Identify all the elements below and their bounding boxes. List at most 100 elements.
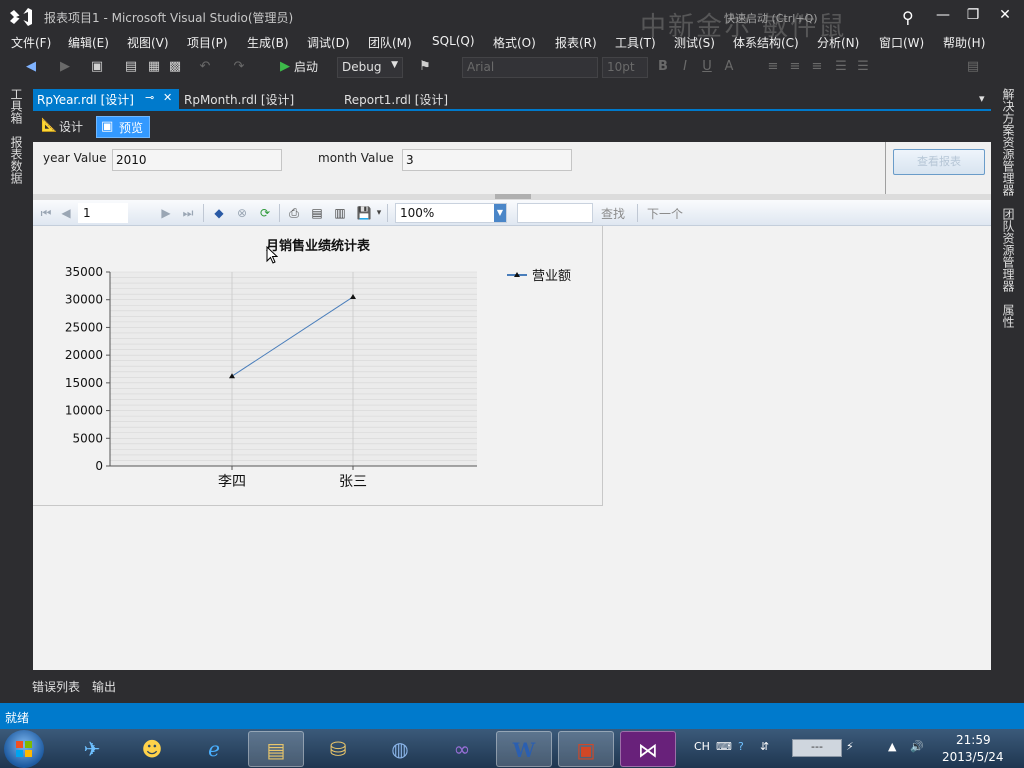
- menu-file[interactable]: 文件(F): [11, 34, 51, 51]
- tab-rpyear[interactable]: RpYear.rdl [设计] ⊸ ✕: [33, 89, 179, 109]
- help-icon[interactable]: ?: [738, 740, 744, 753]
- start-debug-icon[interactable]: ▶: [276, 58, 294, 76]
- font-family-select[interactable]: Arial: [462, 57, 598, 78]
- quick-launch[interactable]: 中新金尔 敏件鼠 快速启动 (Ctrl+Q) ⚲: [640, 2, 930, 42]
- print-layout-icon[interactable]: ▤: [308, 204, 326, 222]
- first-page-icon[interactable]: ⏮: [37, 204, 55, 222]
- preview-view-button[interactable]: ▣ 预览: [96, 116, 151, 138]
- solution-config-select[interactable]: Debug ▼: [337, 57, 403, 78]
- report-data-tab[interactable]: 报表数据: [8, 136, 25, 184]
- numbered-list-icon[interactable]: ☰: [854, 58, 872, 76]
- menu-project[interactable]: 项目(P): [187, 34, 228, 51]
- save-all-icon[interactable]: ▩: [166, 58, 184, 76]
- undo-icon[interactable]: ↶: [196, 58, 214, 76]
- keyboard-icon[interactable]: ⌨: [716, 740, 732, 753]
- find-next-link[interactable]: 下一个: [647, 205, 683, 222]
- design-view-button[interactable]: 📐 设计: [37, 116, 89, 138]
- menu-help[interactable]: 帮助(H): [943, 34, 985, 51]
- close-icon[interactable]: ✕: [163, 91, 172, 104]
- refresh-icon[interactable]: ⟳: [256, 204, 274, 222]
- menu-edit[interactable]: 编辑(E): [68, 34, 109, 51]
- start-button[interactable]: [4, 730, 44, 768]
- bold-button[interactable]: B: [654, 58, 672, 76]
- last-page-icon[interactable]: ⏭: [179, 204, 197, 222]
- clock-date[interactable]: 2013/5/24: [942, 750, 1004, 764]
- previous-page-icon[interactable]: ◀: [57, 204, 75, 222]
- taskbar-bird-app-icon[interactable]: ✈: [64, 731, 120, 767]
- back-to-parent-icon[interactable]: ◆: [210, 204, 228, 222]
- align-center-icon[interactable]: ≡: [786, 58, 804, 76]
- menu-test[interactable]: 测试(S): [674, 34, 715, 51]
- tab-overflow-dropdown-icon[interactable]: ▾: [979, 92, 985, 105]
- output-tab[interactable]: 输出: [92, 678, 116, 695]
- power-plug-icon[interactable]: ⚡: [846, 740, 854, 753]
- menu-report[interactable]: 报表(R): [555, 34, 597, 51]
- next-page-icon[interactable]: ▶: [157, 204, 175, 222]
- underline-button[interactable]: U: [698, 58, 716, 76]
- menu-analyze[interactable]: 分析(N): [817, 34, 859, 51]
- start-button-label[interactable]: 启动: [294, 58, 334, 76]
- menu-tools[interactable]: 工具(T): [615, 34, 656, 51]
- menu-sql[interactable]: SQL(Q): [432, 34, 475, 48]
- taskbar-ie-icon[interactable]: ℯ: [186, 731, 242, 767]
- restore-button[interactable]: ❐: [958, 4, 988, 26]
- taskbar-powerpoint-icon[interactable]: ▣: [558, 731, 614, 767]
- properties-tab[interactable]: 属性: [1000, 304, 1017, 328]
- language-bar-input[interactable]: ---: [792, 739, 842, 757]
- find-in-files-icon[interactable]: ⚑: [416, 58, 434, 76]
- pin-icon[interactable]: ⊸: [145, 91, 154, 104]
- menu-view[interactable]: 视图(V): [127, 34, 169, 51]
- new-project-icon[interactable]: ▣: [88, 58, 106, 76]
- month-param-input[interactable]: 3: [402, 149, 572, 171]
- tab-rpmonth[interactable]: RpMonth.rdl [设计]: [180, 89, 298, 109]
- zoom-select[interactable]: 100% ▼: [395, 203, 507, 223]
- taskbar-sql-management-icon[interactable]: ◍: [372, 731, 428, 767]
- taskbar-qq-icon[interactable]: ☻: [124, 731, 180, 767]
- menu-architecture[interactable]: 体系结构(C): [733, 34, 799, 51]
- open-file-icon[interactable]: ▤: [122, 58, 140, 76]
- show-hidden-icons-icon[interactable]: ▲: [888, 740, 896, 753]
- align-right-icon[interactable]: ≡: [808, 58, 826, 76]
- page-number-input[interactable]: 1: [78, 203, 128, 223]
- solution-explorer-tab[interactable]: 解决方案资源管理器: [1000, 88, 1017, 196]
- find-link[interactable]: 查找: [601, 205, 625, 222]
- splitter-grip[interactable]: [495, 194, 531, 199]
- find-text-input[interactable]: [517, 203, 593, 223]
- forward-icon[interactable]: ▶: [56, 58, 74, 76]
- print-icon[interactable]: ⎙: [285, 204, 303, 222]
- search-icon[interactable]: ⚲: [902, 8, 914, 27]
- save-icon[interactable]: ▦: [145, 58, 163, 76]
- minimize-button[interactable]: —: [928, 4, 958, 26]
- menu-build[interactable]: 生成(B): [247, 34, 289, 51]
- layout-icon[interactable]: ▤: [964, 58, 982, 76]
- back-icon[interactable]: ◀: [22, 58, 40, 76]
- chevron-down-icon[interactable]: ▼: [494, 204, 506, 222]
- volume-icon[interactable]: 🔊: [910, 740, 924, 753]
- menu-team[interactable]: 团队(M): [368, 34, 412, 51]
- toolbox-tab[interactable]: 工具箱: [8, 88, 25, 124]
- font-color-button[interactable]: A: [720, 58, 738, 76]
- close-button[interactable]: ✕: [990, 4, 1020, 26]
- align-left-icon[interactable]: ≡: [764, 58, 782, 76]
- stop-icon[interactable]: ⊗: [233, 204, 251, 222]
- taskbar-explorer-icon[interactable]: ▤: [248, 731, 304, 767]
- ime-indicator[interactable]: CH: [694, 740, 710, 753]
- menu-window[interactable]: 窗口(W): [879, 34, 924, 51]
- team-explorer-tab[interactable]: 团队资源管理器: [1000, 208, 1017, 292]
- taskbar-infinity-app-icon[interactable]: ∞: [434, 731, 490, 767]
- redo-icon[interactable]: ↷: [230, 58, 248, 76]
- error-list-tab[interactable]: 错误列表: [32, 678, 80, 695]
- export-dropdown-icon[interactable]: ▾: [370, 204, 388, 222]
- menu-debug[interactable]: 调试(D): [307, 34, 350, 51]
- bullet-list-icon[interactable]: ☰: [832, 58, 850, 76]
- menu-format[interactable]: 格式(O): [493, 34, 536, 51]
- italic-button[interactable]: I: [676, 58, 694, 76]
- taskbar-word-icon[interactable]: W: [496, 731, 552, 767]
- page-setup-icon[interactable]: ▥: [331, 204, 349, 222]
- ime-options-icon[interactable]: ⇵: [760, 740, 769, 753]
- year-param-input[interactable]: 2010: [112, 149, 282, 171]
- clock-time[interactable]: 21:59: [956, 733, 991, 747]
- taskbar-visual-studio-icon[interactable]: ⋈: [620, 731, 676, 767]
- view-report-button[interactable]: 查看报表: [893, 149, 985, 175]
- font-size-select[interactable]: 10pt: [602, 57, 648, 78]
